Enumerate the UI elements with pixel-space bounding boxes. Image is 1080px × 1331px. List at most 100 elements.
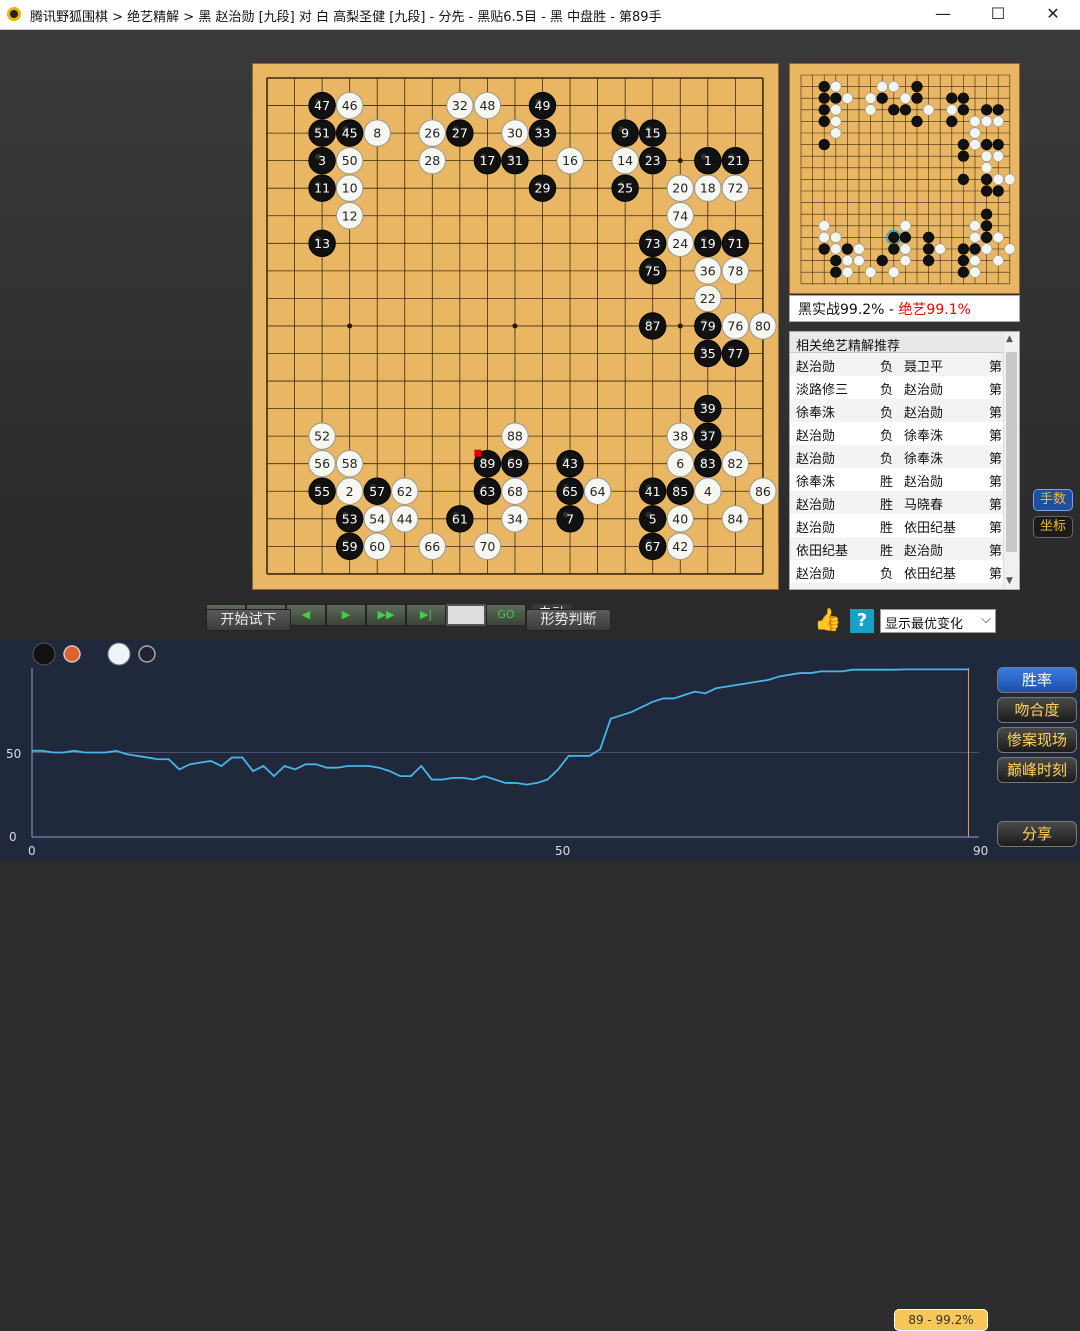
thumb-stone — [969, 243, 981, 255]
move-number: 76 — [727, 318, 743, 333]
thumbnail-canvas — [800, 74, 1016, 285]
move-number: 70 — [479, 539, 495, 554]
forward-ten-button[interactable]: ▶▶ — [366, 604, 406, 626]
stone: 18 — [694, 174, 722, 202]
scroll-up-icon[interactable]: ▲ — [1006, 334, 1013, 344]
close-button[interactable]: ✕ — [1038, 3, 1068, 25]
prev-move-button[interactable]: ◀ — [286, 604, 326, 626]
last-move-button[interactable]: ▶| — [406, 604, 446, 626]
tab-match-rate[interactable]: 吻合度 — [997, 697, 1077, 723]
stone: 6 — [666, 450, 694, 478]
scroll-down-icon[interactable]: ▼ — [1006, 576, 1013, 586]
recommend-row[interactable]: 赵治勋 负依田纪基 第 — [790, 560, 1019, 583]
move-number-input[interactable] — [446, 604, 486, 626]
thumb-stone — [899, 92, 911, 104]
winrate-display: 黑实战99.2% - 绝艺99.1% — [789, 295, 1020, 322]
stone: 11 — [308, 174, 336, 202]
recommend-row[interactable]: 赵治勋 负徐奉洙 第 — [790, 445, 1019, 468]
scroll-thumb[interactable] — [1006, 352, 1017, 552]
move-number: 49 — [535, 98, 551, 113]
stone: 41 — [639, 477, 667, 505]
move-number: 43 — [562, 456, 578, 471]
minimize-button[interactable]: — — [928, 3, 958, 25]
thumb-stone — [853, 255, 865, 267]
stone: 64 — [583, 477, 612, 505]
recommend-row[interactable]: 赵治勋 胜依田纪基 第 — [790, 514, 1019, 537]
thumb-stone — [957, 150, 969, 162]
move-number: 39 — [700, 401, 716, 416]
share-button[interactable]: 分享 — [997, 821, 1077, 847]
thumb-stone — [830, 243, 842, 255]
thumb-stone — [853, 243, 865, 255]
winrate-sep: - — [884, 302, 899, 318]
recommend-row[interactable]: 淡路修三 负赵治勋 第 — [790, 376, 1019, 399]
stone: 70 — [473, 532, 502, 561]
result: 负 — [880, 452, 894, 467]
stone: 72 — [721, 174, 750, 202]
recommend-row[interactable]: 赵治勋 负徐奉洙 第 — [790, 422, 1019, 445]
tab-peak-moments[interactable]: 巅峰时刻 — [997, 757, 1077, 783]
tab-blunders[interactable]: 惨案现场 — [997, 727, 1077, 753]
next-move-button[interactable]: ▶ — [326, 604, 366, 626]
board-thumbnail[interactable] — [789, 63, 1020, 294]
move-number: 54 — [369, 511, 385, 526]
winrate-graph[interactable] — [0, 640, 1080, 860]
stone: 48 — [473, 91, 502, 120]
recommend-row[interactable]: 赵治勋 负 高尾绅 第 — [790, 583, 1019, 589]
move-number: 86 — [755, 484, 771, 499]
recommend-list[interactable]: 相关绝艺精解推荐 赵治勋负聂卫平第淡路修三负赵治勋第徐奉洙负赵治勋第赵治勋负徐奉… — [789, 331, 1020, 590]
recommend-header: 相关绝艺精解推荐 — [790, 332, 1019, 354]
move-number: 9 — [621, 126, 629, 141]
move-number: 18 — [700, 181, 716, 196]
move-number: 42 — [672, 539, 688, 554]
move-number: 53 — [342, 511, 358, 526]
recommend-row[interactable]: 依田纪基 胜赵治勋 第 — [790, 537, 1019, 560]
recommend-row[interactable]: 徐奉洙 负赵治勋 第 — [790, 399, 1019, 422]
thumb-stone — [923, 231, 935, 243]
help-button[interactable]: ? — [850, 609, 874, 633]
board-canvas[interactable]: 47 46 32 48 4951 45 8 26 27 30 33 9 153 50 28 17 31 16 14 2… — [253, 64, 780, 591]
move-number: 2 — [346, 484, 354, 499]
thumb-stone — [818, 115, 830, 128]
stone: 8 — [363, 119, 391, 147]
player-b: 赵治勋 — [904, 544, 944, 559]
thumb-stone — [923, 243, 935, 255]
move-number: 50 — [342, 153, 358, 168]
stone: 2 — [335, 477, 364, 505]
stone: 87 — [639, 312, 667, 340]
move-number: 7 — [566, 511, 574, 526]
round: 第 — [989, 498, 1003, 513]
recommend-row[interactable]: 赵治勋 胜马晓春 第 — [790, 491, 1019, 514]
thumb-stone — [969, 138, 981, 151]
move-number: 17 — [479, 153, 495, 168]
scrollbar[interactable]: ▲ ▼ — [1003, 332, 1019, 589]
coords-toggle-button[interactable]: 坐标 — [1033, 516, 1073, 538]
thumbs-up-icon[interactable]: 👍 — [814, 608, 842, 634]
judge-button[interactable]: 形势判断 — [526, 609, 611, 631]
thumb-stone — [981, 162, 993, 174]
stone: 82 — [721, 450, 750, 478]
stone: 52 — [308, 422, 336, 450]
thumb-stone — [830, 104, 842, 116]
recommend-row[interactable]: 徐奉洙 胜赵治勋 第 — [790, 468, 1019, 491]
variation-select[interactable]: 显示最优变化 ⌵ — [880, 609, 996, 633]
tab-winrate[interactable]: 胜率 — [997, 667, 1077, 693]
stone: 73 — [639, 229, 667, 258]
stone: 13 — [308, 229, 336, 258]
try-play-button[interactable]: 开始试下 — [206, 609, 291, 631]
thumb-stone — [864, 266, 877, 278]
result: 负 — [880, 429, 894, 444]
maximize-button[interactable]: ☐ — [983, 3, 1013, 25]
go-button[interactable]: GO — [486, 604, 526, 626]
result: 负 — [880, 360, 894, 375]
white-player-icon — [107, 642, 131, 666]
stone: 47 — [308, 91, 336, 120]
move-number: 58 — [342, 456, 358, 471]
thumb-stone — [957, 104, 969, 116]
thumb-stone — [969, 220, 981, 232]
thumb-stone — [981, 104, 993, 116]
recommend-row[interactable]: 赵治勋 负聂卫平 第 — [790, 353, 1019, 376]
go-board[interactable]: 47 46 32 48 49 51 45 8 26 27 30 33 9 15 3 50 28 17 31 16 14 2… — [252, 63, 779, 590]
move-number: 6 — [676, 456, 684, 471]
moves-toggle-button[interactable]: 手数 — [1033, 489, 1073, 511]
